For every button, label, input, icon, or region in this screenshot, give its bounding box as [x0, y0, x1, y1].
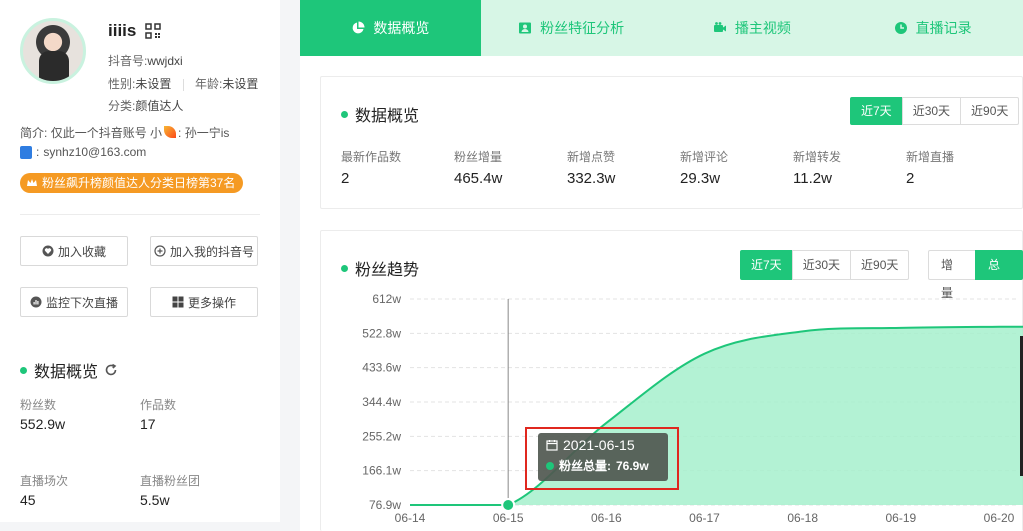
x-tick-label: 06-18	[787, 511, 818, 525]
x-tick-label: 06-20	[984, 511, 1015, 525]
y-tick-label: 255.2w	[362, 429, 401, 443]
y-tick-label: 76.9w	[369, 498, 401, 512]
y-tick-label: 166.1w	[362, 464, 401, 478]
data-point	[501, 498, 516, 512]
y-tick-label: 522.8w	[362, 326, 401, 340]
y-tick-label: 433.6w	[362, 361, 401, 375]
series-area	[410, 326, 1023, 505]
x-tick-label: 06-17	[689, 511, 720, 525]
x-tick-label: 06-14	[395, 511, 426, 525]
y-tick-label: 612w	[372, 292, 401, 306]
x-tick-label: 06-19	[885, 511, 916, 525]
x-tick-label: 06-15	[493, 511, 524, 525]
y-tick-label: 344.4w	[362, 395, 401, 409]
fans-trend-chart[interactable]: 76.9w 166.1w 255.2w 344.4w 433.6w 522.8w 612w 0…	[0, 0, 1023, 531]
x-tick-label: 06-16	[591, 511, 622, 525]
highlight-box	[525, 427, 679, 490]
